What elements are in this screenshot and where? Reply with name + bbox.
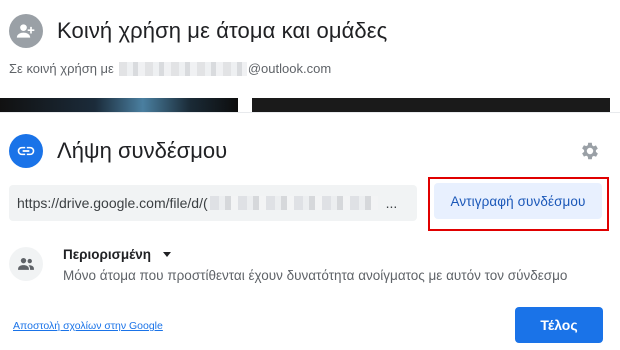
send-feedback-link[interactable]: Αποστολή σχολίων στην Google <box>13 320 163 332</box>
people-icon <box>9 247 43 281</box>
get-link-card: Λήψη συνδέσμου https://drive.google.com/… <box>0 112 620 350</box>
url-text: https://drive.google.com/file/d/( <box>17 195 208 211</box>
link-url-field[interactable]: https://drive.google.com/file/d/( ... <box>9 185 417 221</box>
gear-icon[interactable] <box>578 139 602 163</box>
shared-with-text: Σε κοινή χρήση με @outlook.com <box>9 61 331 76</box>
get-link-title: Λήψη συνδέσμου <box>57 138 228 163</box>
background-thumbnail <box>0 98 238 112</box>
access-level-label: Περιορισμένη <box>63 247 151 262</box>
person-add-icon <box>9 14 43 48</box>
background-strip <box>0 98 620 112</box>
shared-with-prefix: Σε κοινή χρήση με <box>9 61 114 76</box>
url-ellipsis: ... <box>385 195 398 211</box>
access-level-dropdown[interactable]: Περιορισμένη <box>63 247 171 262</box>
access-description: Μόνο άτομα που προστίθενται έχουν δυνατό… <box>63 268 568 283</box>
caret-down-icon <box>162 252 171 257</box>
share-title: Κοινή χρήση με άτομα και ομάδες <box>57 18 388 43</box>
background-thumbnail <box>252 98 610 112</box>
done-button[interactable]: Τέλος <box>515 307 603 343</box>
redacted-email <box>118 61 247 76</box>
copy-link-button[interactable]: Αντιγραφή συνδέσμου <box>434 183 602 219</box>
email-suffix: @outlook.com <box>247 61 332 76</box>
link-icon <box>9 134 43 168</box>
share-section: Κοινή χρήση με άτομα και ομάδες Σε κοινή… <box>0 0 620 98</box>
redacted-url <box>209 196 378 210</box>
